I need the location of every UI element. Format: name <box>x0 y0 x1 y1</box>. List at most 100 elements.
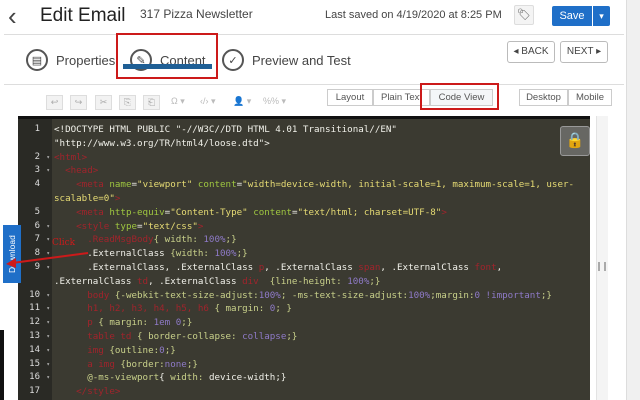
line-number[interactable]: 11 <box>18 302 52 316</box>
personalize-dropdown[interactable]: 👤 ▾ <box>233 96 251 107</box>
page-title: Edit Email <box>40 5 126 26</box>
paste-icon[interactable]: ⎗ <box>143 95 160 110</box>
tab-properties[interactable]: ▤ Properties <box>26 40 115 80</box>
code-token: <head> <box>54 165 99 177</box>
line-number[interactable]: 14 <box>18 344 52 358</box>
code-token: , .ExternalClass <box>148 275 243 287</box>
code-line: 4 <meta name="viewport" content="width=d… <box>18 178 588 206</box>
code-token: 1em 0 <box>153 317 182 329</box>
code-token: {-webkit-text-size-adjust: <box>114 289 259 301</box>
code-token: 0 !important <box>474 289 541 301</box>
code-token: a img <box>54 358 121 370</box>
device-desktop-button[interactable]: Desktop <box>519 89 568 106</box>
code-token: </style> <box>54 386 121 398</box>
copy-icon[interactable]: ⎘ <box>119 95 136 110</box>
code-token: ;} <box>181 317 193 329</box>
code-line: 9 .ExternalClass, .ExternalClass p, .Ext… <box>18 261 588 289</box>
code-token: ; -ms-text-size-adjust: <box>280 289 409 301</box>
code-text: <meta name="viewport" content="width=dev… <box>52 178 582 206</box>
undo-icon[interactable]: ↩ <box>46 95 63 110</box>
code-token: ;} <box>164 344 176 356</box>
code-token: "viewport" <box>137 179 198 191</box>
device-mobile-button[interactable]: Mobile <box>568 89 612 106</box>
code-token: device-width;} <box>208 372 287 384</box>
code-token: <meta <box>54 179 110 191</box>
code-token: { width: <box>153 234 204 246</box>
lock-icon[interactable]: 🔒 <box>560 126 590 156</box>
code-token: http-equiv <box>109 206 165 218</box>
line-number[interactable]: 16 <box>18 371 52 385</box>
code-text: <!DOCTYPE HTML PUBLIC "-//W3C//DTD HTML … <box>52 123 582 151</box>
code-line: 7 .ReadMsgBody{ width: 100%;} <box>18 233 588 247</box>
special-char-dropdown[interactable]: Ω ▾ <box>171 96 185 107</box>
save-dropdown-button[interactable]: ▾ <box>593 6 610 26</box>
code-token: td <box>136 275 149 287</box>
back-button[interactable]: ◂ BACK <box>507 41 555 63</box>
line-number: 4 <box>34 179 40 190</box>
page-scrollbar[interactable] <box>626 0 640 400</box>
line-number[interactable]: 13 <box>18 330 52 344</box>
line-number[interactable]: 3 <box>18 164 52 178</box>
code-token: , .ExternalClass <box>380 261 475 273</box>
merge-field-dropdown[interactable]: %% ▾ <box>263 96 286 107</box>
code-token: none <box>164 358 187 370</box>
code-text: @-ms-viewport{ width: device-width;} <box>52 371 582 385</box>
scrollbar-thumb[interactable] <box>598 262 606 271</box>
code-text: <style type="text/css"> <box>52 220 582 234</box>
editor-scrollbar[interactable] <box>596 116 608 400</box>
code-token: type <box>114 220 138 232</box>
cut-icon[interactable]: ✂ <box>95 95 112 110</box>
code-token: {width: <box>170 248 215 260</box>
code-editor[interactable]: 1 <!DOCTYPE HTML PUBLIC "-//W3C//DTD HTML… <box>18 116 590 400</box>
code-token: "text/html; charset=UTF-8" <box>297 206 442 218</box>
line-number[interactable]: 12 <box>18 316 52 330</box>
line-number[interactable]: 7 <box>18 233 52 247</box>
code-token: ;} <box>286 330 298 342</box>
code-token: ;} <box>225 234 237 246</box>
code-token: 100% <box>408 289 431 301</box>
back-chevron-icon[interactable]: ‹ <box>8 2 17 30</box>
code-line: 2<html> <box>18 151 588 165</box>
code-token: <!DOCTYPE HTML PUBLIC "-//W3C//DTD HTML … <box>54 124 403 149</box>
line-number[interactable]: 2 <box>18 151 52 165</box>
code-line: 15 a img {border:none;} <box>18 358 588 372</box>
code-token: ; } <box>275 303 292 315</box>
code-token: { <box>159 372 171 384</box>
tag-icon[interactable]: 🏷 <box>514 5 534 25</box>
code-text: .ExternalClass, .ExternalClass p, .Exter… <box>52 261 582 289</box>
email-name: 317 Pizza Newsletter <box>140 7 253 21</box>
code-token: span <box>358 261 381 273</box>
line-number[interactable]: 6 <box>18 220 52 234</box>
code-text: img {outline:0;} <box>52 344 582 358</box>
left-edge <box>0 330 4 400</box>
code-snippet-dropdown[interactable]: ‹/› ▾ <box>200 96 216 107</box>
code-token: name <box>109 179 132 191</box>
code-text: </style> <box>52 385 582 399</box>
code-token: font <box>474 261 497 273</box>
line-number[interactable]: 10 <box>18 289 52 303</box>
next-button[interactable]: NEXT ▸ <box>560 41 608 63</box>
code-token: content <box>197 179 237 191</box>
line-number: 17 <box>29 386 40 397</box>
last-saved-status: Last saved on 4/19/2020 at 8:25 PM <box>325 9 502 21</box>
code-line: 11 h1, h2, h3, h4, h5, h6 { margin: 0; } <box>18 302 588 316</box>
code-token: {line-height: <box>258 275 348 287</box>
code-line: 14 img {outline:0;} <box>18 344 588 358</box>
code-token: ;} <box>369 275 381 287</box>
code-token: 100% <box>203 234 226 246</box>
code-token: "Content-Type" <box>170 206 254 218</box>
code-text: body {-webkit-text-size-adjust:100%; -ms… <box>52 289 582 303</box>
code-token: , .ExternalClass <box>264 261 359 273</box>
code-text: <html> <box>52 151 582 165</box>
tab-preview-and-test[interactable]: ✓ Preview and Test <box>222 40 351 80</box>
save-button[interactable]: Save <box>552 6 592 26</box>
code-token: > <box>197 220 204 232</box>
line-number[interactable]: 15 <box>18 358 52 372</box>
code-token: {outline: <box>109 344 160 356</box>
code-line: 6 <style type="text/css"> <box>18 220 588 234</box>
redo-icon[interactable]: ↪ <box>70 95 87 110</box>
code-token: 100% <box>258 289 281 301</box>
code-text: table td { border-collapse: collapse;} <box>52 330 582 344</box>
view-layout-button[interactable]: Layout <box>327 89 373 106</box>
code-content[interactable]: 1 <!DOCTYPE HTML PUBLIC "-//W3C//DTD HTML… <box>18 123 588 399</box>
